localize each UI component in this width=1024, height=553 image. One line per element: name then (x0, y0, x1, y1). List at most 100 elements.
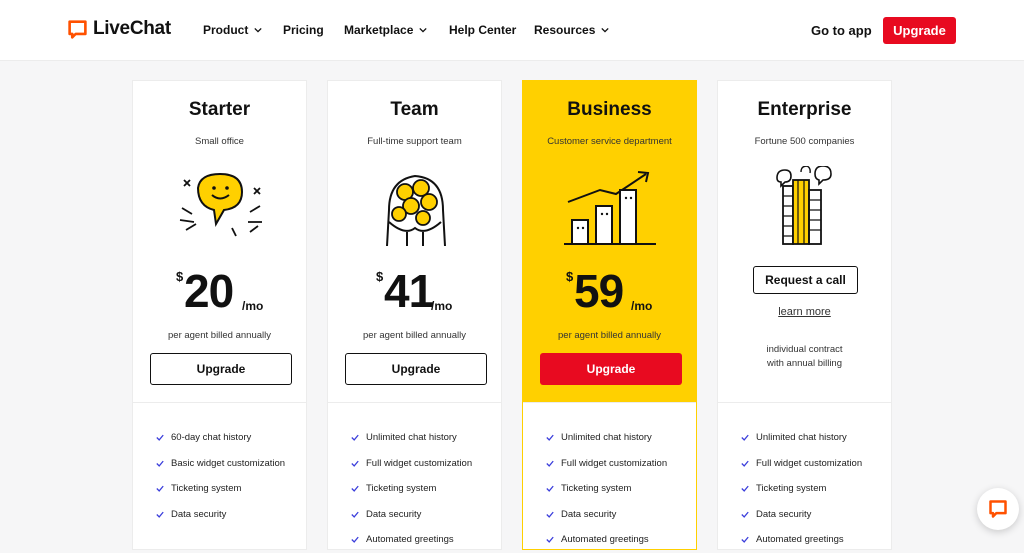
plan-subtitle: Customer service department (547, 136, 672, 147)
upgrade-team-button[interactable]: Upgrade (345, 353, 487, 385)
learn-more-link[interactable]: learn more (718, 306, 891, 318)
happy-speech-bubble-illustration (179, 172, 262, 237)
livechat-bubble-icon (68, 19, 87, 39)
feature-list: 60-day chat history Basic widget customi… (133, 402, 306, 549)
team-hug-illustration (386, 174, 446, 246)
nav-item-help-center[interactable]: Help Center (449, 23, 516, 37)
price-period: /mo (242, 299, 264, 313)
price-period: /mo (631, 299, 653, 313)
nav-item-marketplace[interactable]: Marketplace (344, 23, 428, 37)
feature-item: Data security (133, 502, 306, 528)
upgrade-business-button[interactable]: Upgrade (540, 353, 682, 385)
brand-logo[interactable]: LiveChat (67, 18, 171, 40)
nav-upgrade-button[interactable]: Upgrade (883, 17, 956, 44)
feature-label: Data security (561, 508, 617, 520)
price-amount: 41 (384, 265, 434, 317)
request-a-call-button[interactable]: Request a call (753, 266, 858, 294)
feature-item: Automated greetings (328, 527, 501, 553)
brand-name: LiveChat (93, 18, 171, 39)
nav-item-resources[interactable]: Resources (534, 23, 610, 37)
checkmark-icon (351, 460, 359, 467)
checkmark-icon (156, 485, 164, 493)
billing-note: per agent billed annually (363, 330, 466, 341)
checkmark-icon (741, 460, 749, 467)
feature-label: Data security (756, 508, 812, 520)
price-amount: 59 (574, 265, 624, 317)
feature-label: Automated greetings (366, 534, 454, 546)
price-currency: $ (176, 269, 184, 284)
checkmark-icon (156, 511, 164, 518)
feature-item: Unlimited chat history (718, 425, 891, 451)
feature-item: Data security (523, 502, 696, 528)
plan-title: Enterprise (757, 99, 852, 120)
feature-label: Full widget customization (756, 457, 863, 469)
checkmark-icon (741, 485, 749, 493)
upgrade-starter-button[interactable]: Upgrade (150, 353, 292, 385)
checkmark-icon (351, 511, 359, 518)
feature-item: Ticketing system (718, 476, 891, 502)
go-to-app-link[interactable]: Go to app (811, 23, 872, 38)
feature-label: Unlimited chat history (756, 432, 847, 444)
feature-label: Automated greetings (756, 534, 844, 546)
feature-label: Automated greetings (561, 534, 649, 546)
billing-note: per agent billed annually (558, 330, 661, 341)
checkmark-icon (156, 434, 164, 442)
checkmark-icon (741, 536, 749, 544)
feature-label: Ticketing system (366, 483, 437, 495)
checkmark-icon (546, 511, 554, 518)
plan-card-starter: Starter Small office $ 20 /mo per agent … (132, 80, 307, 550)
chevron-down-icon (601, 27, 610, 33)
checkmark-icon (156, 460, 164, 467)
plan-subtitle: Fortune 500 companies (754, 136, 855, 147)
contract-line: with annual billing (767, 358, 842, 369)
feature-label: Unlimited chat history (561, 432, 652, 444)
feature-label: Unlimited chat history (366, 432, 457, 444)
feature-label: Ticketing system (756, 483, 827, 495)
nav-item-label: Marketplace (344, 23, 414, 37)
growth-bar-chart-illustration (564, 171, 656, 245)
plan-subtitle: Small office (195, 136, 244, 147)
nav-item-label: Resources (534, 23, 596, 37)
nav-item-pricing[interactable]: Pricing (283, 23, 324, 37)
feature-label: Full widget customization (366, 457, 473, 469)
chat-widget-button[interactable] (977, 488, 1019, 530)
feature-item: Unlimited chat history (523, 425, 696, 451)
plan-price: $ 20 /mo (133, 263, 306, 323)
plan-card-enterprise: Enterprise Fortune 500 companies Request… (717, 80, 892, 550)
skyscrapers-illustration (776, 166, 832, 245)
feature-item: 60-day chat history (133, 425, 306, 451)
feature-item: Ticketing system (133, 476, 306, 502)
feature-label: Ticketing system (171, 483, 242, 495)
feature-item: Ticketing system (328, 476, 501, 502)
feature-item: Data security (328, 502, 501, 528)
feature-label: Data security (366, 508, 422, 520)
checkmark-icon (351, 485, 359, 493)
nav-item-product[interactable]: Product (203, 23, 262, 37)
checkmark-icon (546, 460, 554, 467)
checkmark-icon (351, 434, 359, 442)
plan-card-business: Business Customer service department $ 5… (522, 80, 697, 550)
price-currency: $ (566, 269, 574, 284)
checkmark-icon (546, 434, 554, 442)
checkmark-icon (351, 536, 359, 544)
checkmark-icon (546, 485, 554, 493)
price-period: /mo (431, 299, 453, 313)
plan-subtitle: Full-time support team (367, 136, 462, 147)
plan-card-team: Team Full-time support team $ 41 /mo per… (327, 80, 502, 550)
feature-list: Unlimited chat history Full widget custo… (328, 402, 501, 549)
feature-item: Full widget customization (718, 451, 891, 477)
chat-bubble-icon (989, 500, 1007, 518)
plan-price: $ 59 /mo (523, 263, 696, 323)
plan-title: Team (390, 99, 439, 120)
nav-item-label: Product (203, 23, 249, 37)
feature-item: Automated greetings (523, 527, 696, 553)
plan-title: Starter (188, 99, 251, 120)
top-nav: LiveChat Product Pricing Marketplace Hel… (0, 0, 1024, 61)
feature-label: Data security (171, 508, 227, 520)
contract-line: individual contract (766, 344, 843, 355)
nav-item-label: Pricing (283, 23, 324, 37)
plan-title: Business (567, 99, 652, 120)
checkmark-icon (546, 536, 554, 544)
feature-list: Unlimited chat history Full widget custo… (718, 402, 891, 549)
feature-item: Full widget customization (328, 451, 501, 477)
